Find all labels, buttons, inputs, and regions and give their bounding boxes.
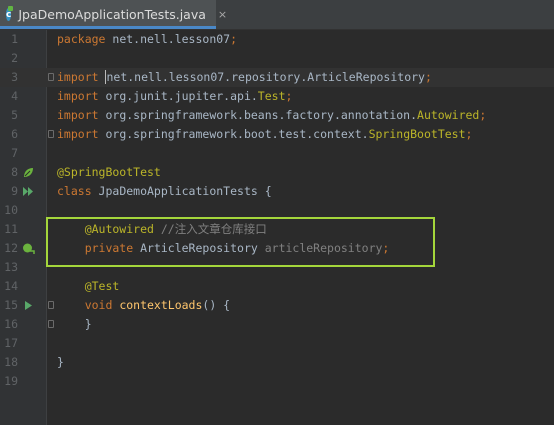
code-line[interactable]: 15 void contextLoads() { [0, 296, 554, 315]
tab-title: JpaDemoApplicationTests.java [18, 7, 206, 22]
line-number: 5 [11, 108, 18, 122]
code-text: import org.junit.jupiter.api.Test; [57, 87, 292, 106]
code-token: SpringBootTest [368, 127, 466, 141]
code-token: net.nell.lesson07 [112, 32, 231, 46]
code-token: org.junit.jupiter.api. [105, 89, 258, 103]
line-number: 8 [11, 165, 18, 179]
code-text: } [57, 315, 92, 334]
code-line[interactable]: 4 import org.junit.jupiter.api.Test; [0, 87, 554, 106]
line-number: 6 [11, 127, 18, 141]
code-token: contextLoads [119, 298, 203, 312]
close-icon[interactable]: × [218, 8, 227, 21]
autowired-navigate-icon[interactable] [22, 242, 35, 255]
line-number: 19 [4, 374, 18, 388]
code-text: @SpringBootTest [57, 163, 161, 182]
line-number: 13 [4, 260, 18, 274]
code-line[interactable]: 8 @SpringBootTest [0, 163, 554, 182]
line-number: 14 [4, 279, 18, 293]
run-test-icon[interactable] [22, 299, 35, 312]
java-class-icon: c [6, 6, 14, 21]
line-number: 16 [4, 317, 18, 331]
code-token: ; [465, 127, 473, 141]
code-token: package [57, 32, 113, 46]
code-line[interactable]: 9 class JpaDemoApplicationTests { [0, 182, 554, 201]
line-number: 17 [4, 336, 18, 350]
line-number: 7 [11, 146, 18, 160]
code-token: ; [230, 32, 238, 46]
code-line[interactable]: 16 } [0, 315, 554, 334]
line-number: 2 [11, 51, 18, 65]
code-token: import [57, 89, 106, 103]
fold-marker-icon[interactable] [48, 301, 54, 309]
code-text: import org.springframework.beans.factory… [57, 106, 486, 125]
code-token: Autowired [417, 108, 480, 122]
code-token: ; [424, 70, 432, 84]
line-number: 9 [11, 184, 18, 198]
active-tab-indicator [0, 26, 216, 29]
code-line[interactable]: 6 import org.springframework.boot.test.co… [0, 125, 554, 144]
line-number: 10 [4, 203, 18, 217]
code-token: ; [479, 108, 487, 122]
line-number: 4 [11, 89, 18, 103]
code-line[interactable]: 3 import net.nell.lesson07.repository.Art… [0, 68, 554, 87]
code-text: class JpaDemoApplicationTests { [57, 182, 272, 201]
code-token: @SpringBootTest [57, 165, 161, 179]
code-token: () { [202, 298, 231, 312]
code-token: et.nell.lesson07.repository.ArticleRepos… [113, 70, 425, 84]
line-number: 18 [4, 355, 18, 369]
code-token: JpaDemoApplicationTests { [98, 184, 272, 198]
editor-tab-bar: c JpaDemoApplicationTests.java × [0, 0, 554, 30]
code-token: import [57, 108, 106, 122]
code-text: package net.nell.lesson07; [57, 30, 237, 49]
code-line[interactable]: 1 package net.nell.lesson07; [0, 30, 554, 49]
line-number: 11 [4, 222, 18, 236]
code-text: @Test [57, 277, 120, 296]
code-token: } [57, 355, 64, 369]
line-number: 12 [4, 241, 18, 255]
code-token: Test [257, 89, 286, 103]
code-text: void contextLoads() { [57, 296, 230, 315]
code-line[interactable]: 18} [0, 353, 554, 372]
code-text: } [57, 353, 64, 372]
code-token: @Test [57, 279, 120, 293]
code-line[interactable]: 2 [0, 49, 554, 68]
code-line[interactable]: 7 [0, 144, 554, 163]
line-number: 1 [11, 32, 18, 46]
fold-marker-icon[interactable] [48, 130, 54, 138]
run-all-tests-icon[interactable] [22, 185, 35, 198]
code-token: org.springframework.boot.test.context. [105, 127, 369, 141]
code-line[interactable]: 17 [0, 334, 554, 353]
code-token: ; [285, 89, 293, 103]
tab-jpa-demo-application-tests[interactable]: c JpaDemoApplicationTests.java × [0, 0, 227, 29]
code-token: void [57, 298, 120, 312]
code-line[interactable]: 14 @Test [0, 277, 554, 296]
code-line[interactable]: 19 [0, 372, 554, 391]
code-token: class [57, 184, 99, 198]
code-line[interactable]: 5 import org.springframework.beans.factor… [0, 106, 554, 125]
line-number: 3 [11, 70, 18, 84]
code-token: import [57, 127, 106, 141]
code-token: org.springframework.beans.factory.annota… [105, 108, 418, 122]
code-token: import [57, 70, 106, 84]
annotation-highlight-box [46, 217, 435, 267]
fold-marker-icon[interactable] [48, 73, 54, 81]
line-number: 15 [4, 298, 18, 312]
code-token: } [57, 317, 92, 331]
code-text: import net.nell.lesson07.repository.Arti… [57, 68, 432, 87]
spring-bean-icon[interactable] [22, 166, 35, 179]
fold-marker-icon[interactable] [48, 320, 54, 328]
code-text: import org.springframework.boot.test.con… [57, 125, 472, 144]
